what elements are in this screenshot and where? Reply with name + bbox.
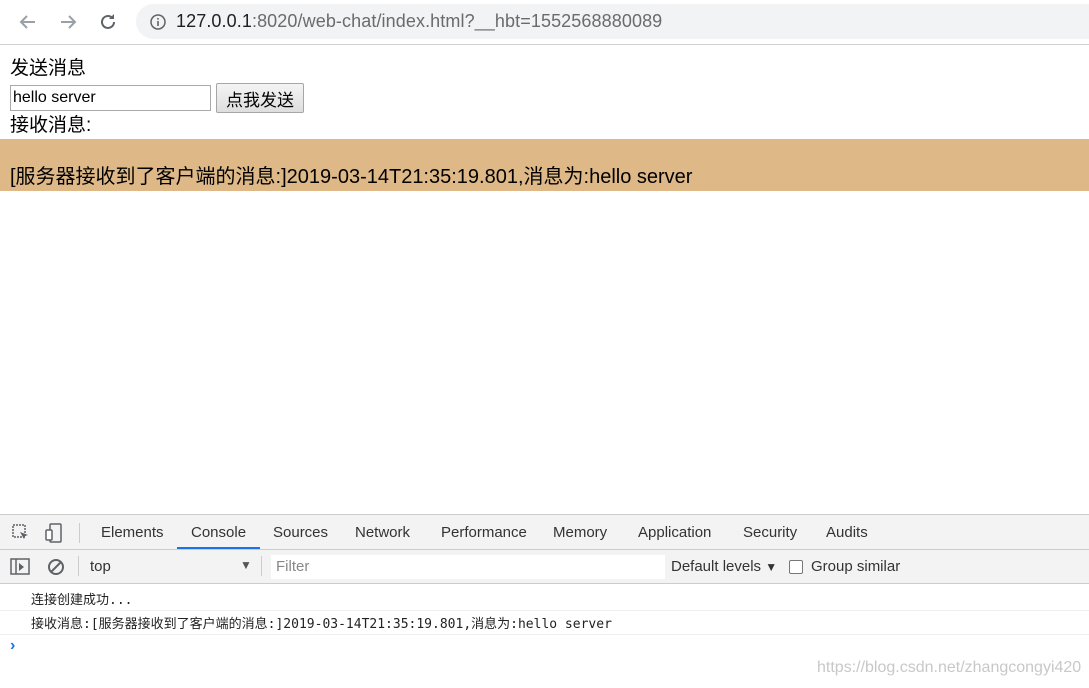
inspect-element-icon[interactable] xyxy=(11,523,31,543)
tab-elements[interactable]: Elements xyxy=(101,515,164,549)
reload-icon[interactable] xyxy=(93,7,123,37)
tab-security[interactable]: Security xyxy=(743,515,797,549)
chevron-down-icon: ▼ xyxy=(765,560,778,574)
tab-network[interactable]: Network xyxy=(355,515,410,549)
tab-console[interactable]: Console xyxy=(177,515,261,549)
devtools-tabbar: Elements Console Sources Network Performance… xyxy=(0,515,1089,550)
browser-toolbar: 127.0.0.1:8020/web-chat/index.html?__hbt… xyxy=(0,0,1089,45)
received-message-text: [服务器接收到了客户端的消息:]2019-03-14T21:35:19.801,… xyxy=(10,166,693,188)
url-text: 127.0.0.1:8020/web-chat/index.html?__hbt… xyxy=(176,11,662,32)
receive-message-heading: 接收消息: xyxy=(10,115,92,136)
info-icon[interactable] xyxy=(150,13,166,30)
context-selector[interactable]: top xyxy=(90,556,111,578)
devtools-panel: Elements Console Sources Network Performance… xyxy=(0,514,1089,688)
tab-memory[interactable]: Memory xyxy=(553,515,607,549)
clear-console-icon[interactable] xyxy=(46,557,66,577)
url-host: 127.0.0.1 xyxy=(176,11,252,31)
console-message-text: 接收消息:[服务器接收到了客户端的消息:]2019-03-14T21:35:19… xyxy=(31,617,612,632)
console-message: 连接创建成功... xyxy=(0,586,1089,611)
watermark: https://blog.csdn.net/zhangcongyi420 xyxy=(817,659,1082,676)
send-button[interactable]: 点我发送 xyxy=(216,83,304,113)
console-message-text: 连接创建成功... xyxy=(31,593,133,608)
toolbar-divider xyxy=(261,556,262,576)
group-similar-label: Group similar xyxy=(811,558,901,575)
tabbar-divider xyxy=(79,523,80,543)
tab-audits[interactable]: Audits xyxy=(826,515,868,549)
tab-application[interactable]: Application xyxy=(638,515,711,549)
tab-performance[interactable]: Performance xyxy=(441,515,527,549)
back-arrow-icon[interactable] xyxy=(13,7,43,37)
address-bar[interactable]: 127.0.0.1:8020/web-chat/index.html?__hbt… xyxy=(136,4,1089,39)
received-message-box: [服务器接收到了客户端的消息:]2019-03-14T21:35:19.801,… xyxy=(0,139,1089,191)
device-toolbar-icon[interactable] xyxy=(44,523,64,543)
filter-input[interactable]: Filter xyxy=(271,555,665,579)
group-similar-checkbox[interactable] xyxy=(789,560,803,574)
chevron-down-icon[interactable]: ▼ xyxy=(240,558,252,572)
log-levels-dropdown[interactable]: Default levels ▼ xyxy=(671,556,777,578)
console-prompt-icon[interactable]: › xyxy=(10,637,15,655)
console-toolbar: top ▼ Filter Default levels ▼ Group simi… xyxy=(0,550,1089,584)
send-message-heading: 发送消息 xyxy=(10,58,87,79)
log-levels-label: Default levels xyxy=(671,558,762,575)
console-message: 接收消息:[服务器接收到了客户端的消息:]2019-03-14T21:35:19… xyxy=(0,610,1089,635)
message-input[interactable] xyxy=(10,85,211,111)
show-sidebar-icon[interactable] xyxy=(10,557,30,577)
toolbar-divider xyxy=(78,556,79,576)
forward-arrow-icon[interactable] xyxy=(53,7,83,37)
url-path: :8020/web-chat/index.html?__hbt=15525688… xyxy=(251,11,663,31)
tab-sources[interactable]: Sources xyxy=(273,515,328,549)
